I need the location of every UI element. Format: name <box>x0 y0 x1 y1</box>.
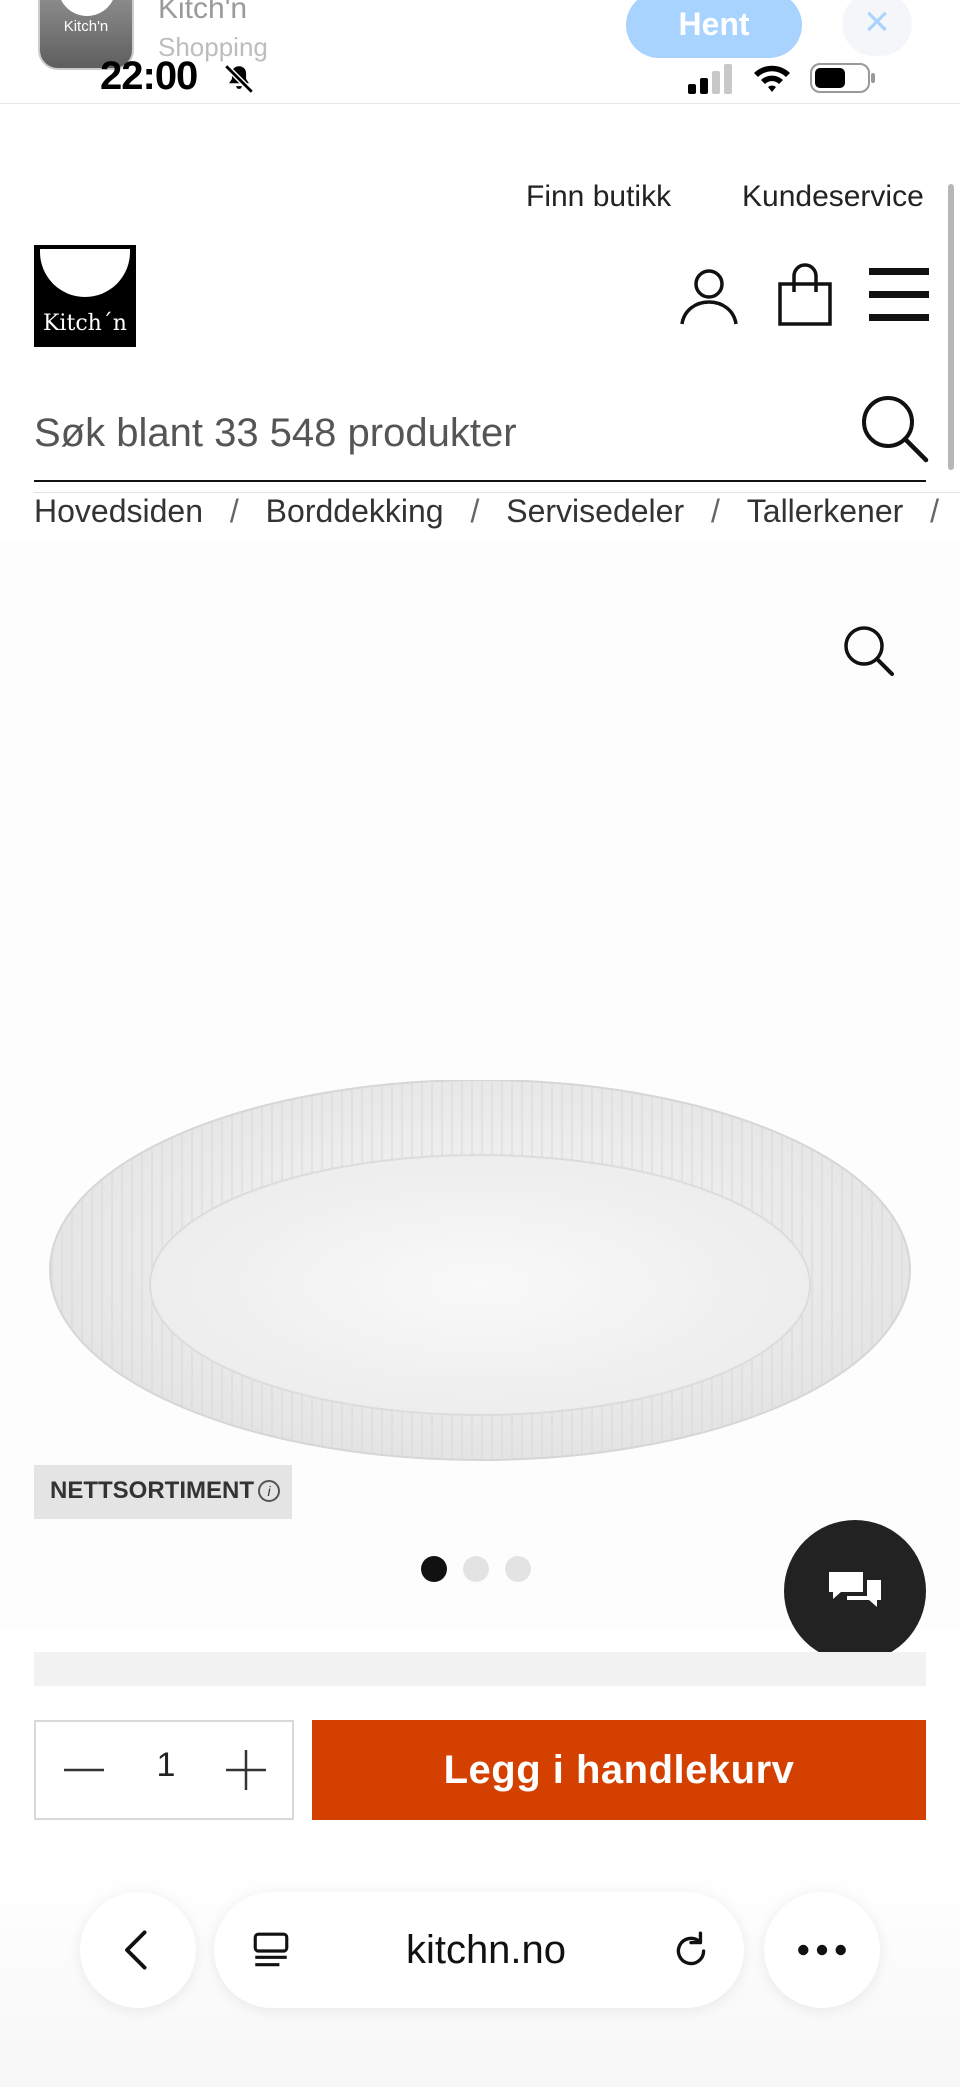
breadcrumb-table-setting[interactable]: Borddekking <box>266 493 444 530</box>
gallery-dot-2[interactable] <box>463 1556 489 1582</box>
tab-overview-icon <box>253 1932 289 1967</box>
site-logo[interactable]: Kitch´n <box>34 245 136 347</box>
plus-icon[interactable] <box>218 1742 274 1798</box>
status-time: 22:00 <box>100 54 198 98</box>
add-to-cart-button[interactable]: Legg i handlekurv <box>312 1720 926 1820</box>
gallery-dot-3[interactable] <box>505 1556 531 1582</box>
account-icon[interactable] <box>676 262 742 328</box>
app-icon-text: Kitch'n <box>63 18 109 35</box>
cellular-signal-icon <box>688 64 732 94</box>
minus-icon[interactable] <box>56 1742 112 1798</box>
more-options-button[interactable] <box>764 1892 880 2008</box>
browser-toolbar: kitchn.no <box>0 1860 960 2087</box>
status-bar: Kitch'n Kitch'n Shopping 22:00 Hent × <box>0 0 960 104</box>
ellipsis-icon <box>798 1944 846 1956</box>
quantity-value[interactable]: 1 <box>126 1746 206 1785</box>
search-bar <box>34 390 929 482</box>
close-banner-icon[interactable]: × <box>842 0 912 56</box>
gallery-pagination <box>421 1556 547 1584</box>
logo-text: Kitch´n <box>43 311 127 336</box>
info-icon[interactable]: i <box>258 1480 280 1502</box>
browser-back-button[interactable] <box>80 1892 196 2008</box>
logo-bowl-shape <box>40 249 130 297</box>
chevron-left-icon <box>125 1930 147 1970</box>
chat-bubbles-icon <box>829 1572 881 1607</box>
wifi-icon <box>754 65 790 92</box>
bell-muted-icon <box>224 64 254 94</box>
breadcrumb-plates[interactable]: Tallerkener <box>747 493 904 530</box>
online-only-badge[interactable]: NETTSORTIMENT i <box>34 1465 292 1519</box>
breadcrumb-separator: / <box>930 493 940 529</box>
breadcrumb-separator: / <box>710 493 720 529</box>
breadcrumb-separator: / <box>470 493 480 529</box>
chat-button[interactable] <box>784 1520 926 1662</box>
breadcrumb-home[interactable]: Hovedsiden <box>34 493 203 530</box>
info-strip <box>34 1652 926 1686</box>
gallery-dot-1[interactable] <box>421 1556 447 1582</box>
get-app-button[interactable]: Hent <box>626 0 802 58</box>
badge-label: NETTSORTIMENT <box>50 1477 254 1504</box>
breadcrumb-separator: / <box>229 493 239 529</box>
hamburger-menu-icon[interactable] <box>866 262 932 328</box>
app-icon-bowl <box>58 0 116 16</box>
search-input[interactable] <box>34 398 814 468</box>
find-store-link[interactable]: Finn butikk <box>526 180 671 214</box>
shopping-bag-icon[interactable] <box>772 262 838 328</box>
breadcrumb: Hovedsiden / Borddekking / Servisedeler … <box>34 492 960 532</box>
battery-icon <box>810 63 875 93</box>
url-text[interactable]: kitchn.no <box>326 1928 646 1973</box>
address-bar[interactable]: kitchn.no <box>214 1892 744 2008</box>
quantity-stepper: 1 <box>34 1720 294 1820</box>
breadcrumb-tableware[interactable]: Servisedeler <box>506 493 684 530</box>
search-icon[interactable] <box>856 390 932 466</box>
customer-service-link[interactable]: Kundeservice <box>742 180 924 214</box>
reload-icon[interactable] <box>670 1930 712 1972</box>
zoom-search-icon[interactable] <box>838 620 898 680</box>
product-image-plate <box>49 1080 911 1461</box>
app-name: Kitch'n <box>158 0 248 25</box>
page-scrollbar[interactable] <box>948 184 954 470</box>
